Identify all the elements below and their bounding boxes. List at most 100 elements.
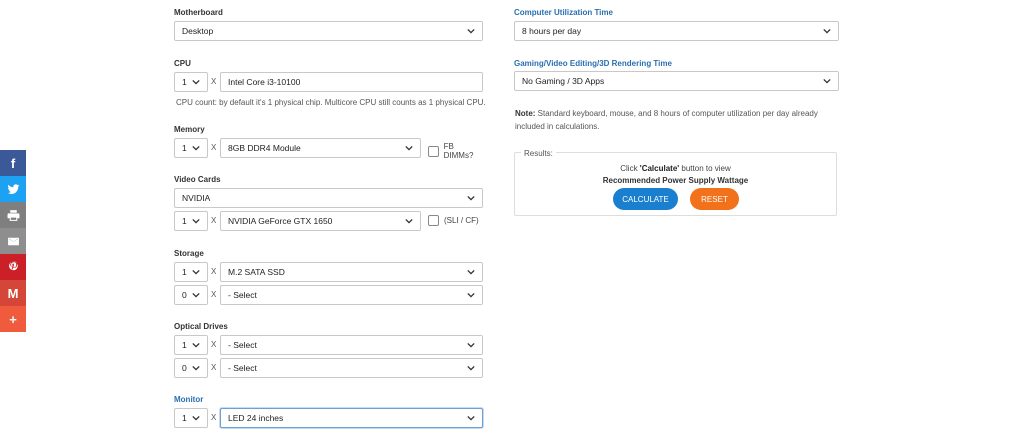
memory-qty-select[interactable]: 1	[174, 138, 208, 158]
chevron-down-icon	[405, 144, 413, 152]
optical-select[interactable]: - Select	[220, 335, 483, 355]
print-icon	[7, 209, 19, 221]
results-message: Click 'Calculate' button to view	[515, 164, 836, 173]
email-share-button[interactable]	[0, 228, 26, 254]
motherboard-select[interactable]: Desktop	[174, 21, 483, 41]
reset-button[interactable]: RESET	[690, 188, 739, 210]
storage-label: Storage	[174, 249, 204, 258]
optical-qty-select-2[interactable]: 0	[174, 358, 208, 378]
pinterest-icon	[8, 260, 18, 270]
multiply-sign: X	[211, 340, 217, 349]
multiply-sign: X	[211, 363, 217, 372]
video-qty-select[interactable]: 1	[174, 211, 208, 231]
chevron-down-icon	[192, 217, 200, 225]
video-brand-select[interactable]: NVIDIA	[174, 188, 483, 208]
gaming-label: Gaming/Video Editing/3D Rendering Time	[514, 59, 672, 68]
utilization-value: 8 hours per day	[522, 26, 582, 36]
memory-select[interactable]: 8GB DDR4 Module	[220, 138, 421, 158]
sli-cf-checkbox[interactable]	[428, 215, 439, 226]
cpu-model-input[interactable]: Intel Core i3-10100	[220, 72, 483, 92]
chevron-down-icon	[823, 27, 831, 35]
motherboard-label: Motherboard	[174, 8, 223, 17]
chevron-down-icon	[467, 364, 475, 372]
optical-drives-label: Optical Drives	[174, 322, 228, 331]
video-card-select[interactable]: NVIDIA GeForce GTX 1650	[220, 211, 421, 231]
results-subtitle: Recommended Power Supply Wattage	[602, 176, 749, 185]
utilization-select[interactable]: 8 hours per day	[514, 21, 839, 41]
gmail-share-button[interactable]: M	[0, 280, 26, 306]
chevron-down-icon	[192, 268, 200, 276]
storage-select-2[interactable]: - Select	[220, 285, 483, 305]
chevron-down-icon	[192, 78, 200, 86]
optical-qty-value: 0	[182, 363, 187, 373]
optical-value: - Select	[228, 340, 257, 350]
motherboard-value: Desktop	[182, 26, 214, 36]
multiply-sign: X	[211, 290, 217, 299]
fb-dimms-option: FB DIMMs?	[428, 142, 484, 160]
cpu-qty-value: 1	[182, 77, 187, 87]
optical-qty-value: 1	[182, 340, 187, 350]
optical-select-2[interactable]: - Select	[220, 358, 483, 378]
cpu-model-value: Intel Core i3-10100	[228, 77, 301, 87]
more-share-button[interactable]: +	[0, 306, 26, 332]
memory-qty-value: 1	[182, 143, 187, 153]
memory-label: Memory	[174, 125, 205, 134]
video-cards-label: Video Cards	[174, 175, 221, 184]
monitor-label: Monitor	[174, 395, 204, 404]
monitor-qty-select[interactable]: 1	[174, 408, 208, 428]
social-share-bar: f M +	[0, 150, 26, 332]
note-text: Standard keyboard, mouse, and 8 hours of…	[515, 109, 818, 131]
results-legend: Results:	[521, 149, 556, 158]
monitor-qty-value: 1	[182, 413, 187, 423]
video-card-value: NVIDIA GeForce GTX 1650	[228, 216, 333, 226]
gaming-value: No Gaming / 3D Apps	[522, 76, 605, 86]
storage-qty-value: 0	[182, 290, 187, 300]
chevron-down-icon	[405, 217, 413, 225]
utilization-label: Computer Utilization Time	[514, 8, 613, 17]
gaming-select[interactable]: No Gaming / 3D Apps	[514, 71, 839, 91]
optical-qty-select[interactable]: 1	[174, 335, 208, 355]
storage-select[interactable]: M.2 SATA SSD	[220, 262, 483, 282]
optical-value: - Select	[228, 363, 257, 373]
note-prefix: Note:	[515, 109, 536, 118]
video-brand-value: NVIDIA	[182, 193, 211, 203]
chevron-down-icon	[192, 364, 200, 372]
fb-dimms-checkbox[interactable]	[428, 145, 439, 157]
storage-qty-select-2[interactable]: 0	[174, 285, 208, 305]
facebook-share-button[interactable]: f	[0, 150, 26, 176]
twitter-icon	[7, 183, 19, 194]
calculate-button[interactable]: CALCULATE	[613, 188, 678, 210]
multiply-sign: X	[211, 77, 217, 86]
results-message-bold: 'Calculate'	[639, 164, 680, 173]
storage-value: M.2 SATA SSD	[228, 267, 285, 277]
pinterest-share-button[interactable]	[0, 254, 26, 280]
results-message-pre: Click	[620, 164, 640, 173]
sli-cf-label: (SLI / CF)	[444, 216, 479, 225]
multiply-sign: X	[211, 143, 217, 152]
chevron-down-icon	[467, 414, 475, 422]
chevron-down-icon	[467, 194, 475, 202]
chevron-down-icon	[467, 268, 475, 276]
chevron-down-icon	[467, 341, 475, 349]
email-icon	[7, 237, 19, 245]
storage-qty-value: 1	[182, 267, 187, 277]
storage-value: - Select	[228, 290, 257, 300]
multiply-sign: X	[211, 413, 217, 422]
cpu-label: CPU	[174, 59, 191, 68]
calculation-note: Note: Standard keyboard, mouse, and 8 ho…	[515, 107, 835, 133]
multiply-sign: X	[211, 216, 217, 225]
monitor-value: LED 24 inches	[228, 413, 284, 423]
multiply-sign: X	[211, 267, 217, 276]
chevron-down-icon	[467, 291, 475, 299]
fb-dimms-label: FB DIMMs?	[443, 142, 474, 160]
twitter-share-button[interactable]	[0, 176, 26, 202]
results-message-post: button to view	[679, 164, 731, 173]
chevron-down-icon	[467, 27, 475, 35]
print-share-button[interactable]	[0, 202, 26, 228]
monitor-select[interactable]: LED 24 inches	[220, 408, 483, 428]
storage-qty-select[interactable]: 1	[174, 262, 208, 282]
chevron-down-icon	[192, 414, 200, 422]
cpu-qty-select[interactable]: 1	[174, 72, 208, 92]
chevron-down-icon	[192, 341, 200, 349]
results-box: Results: Click 'Calculate' button to vie…	[514, 149, 837, 216]
